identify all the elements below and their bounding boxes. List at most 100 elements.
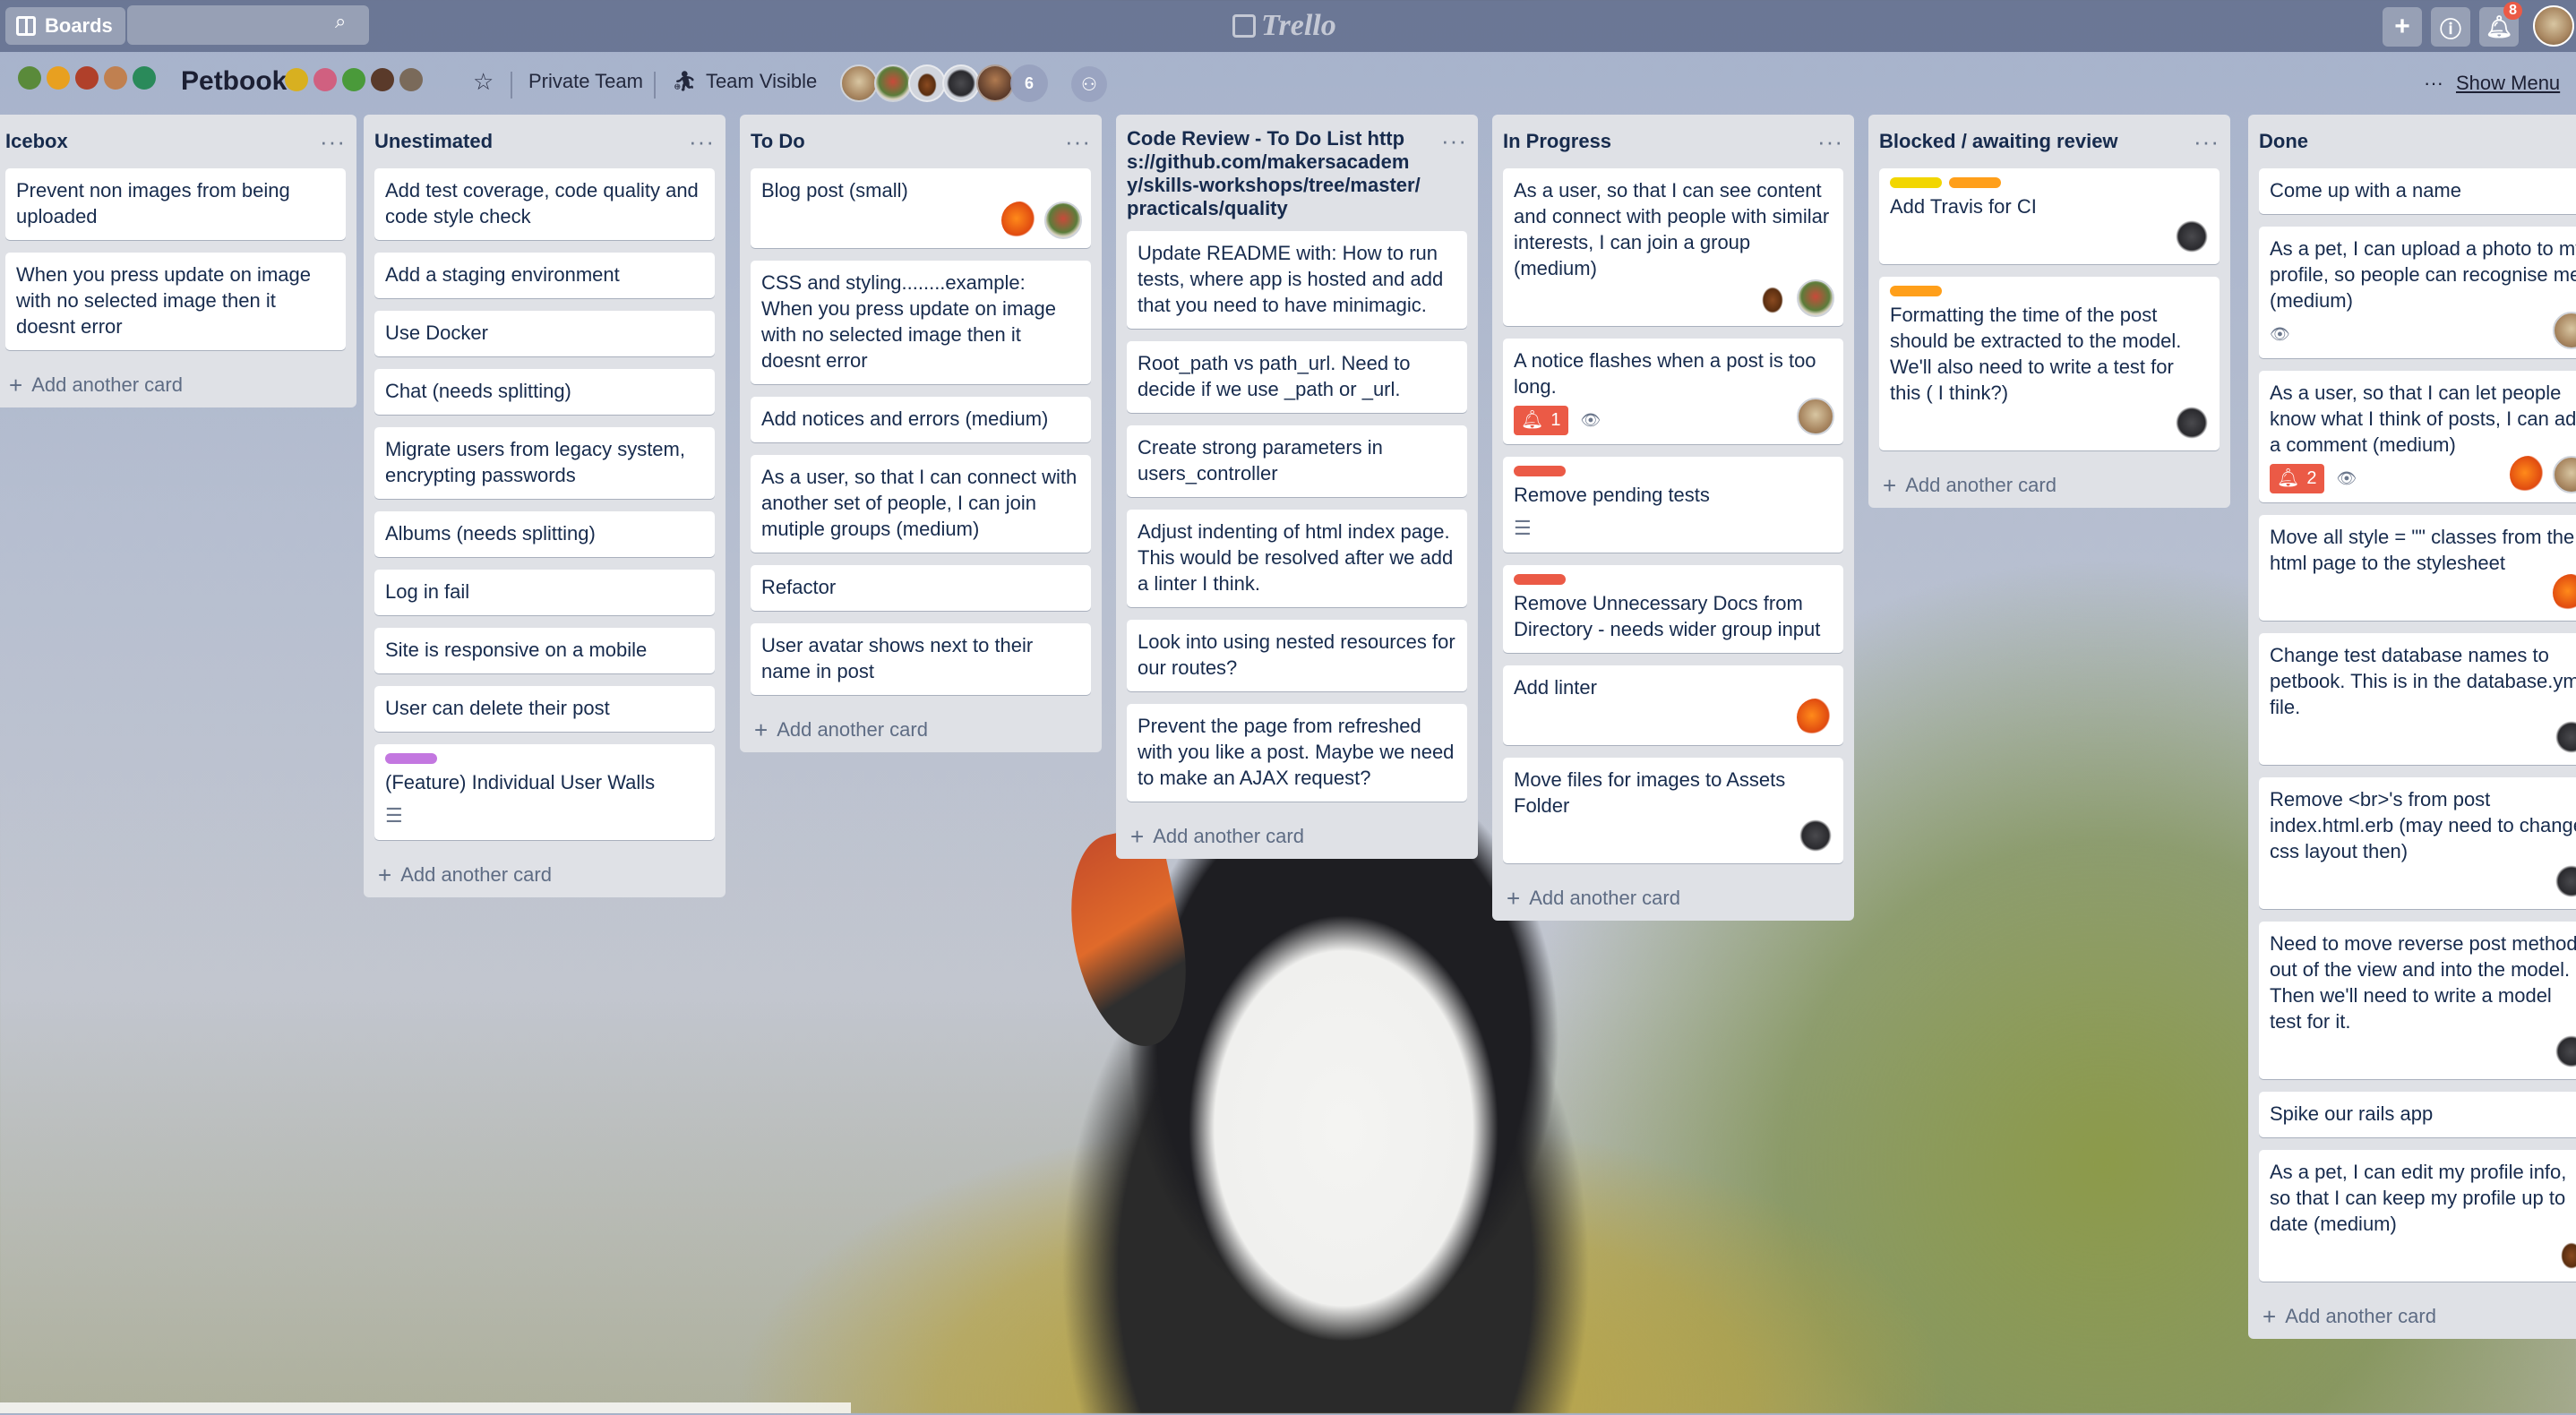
card[interactable]: Look into using nested resources for our… — [1127, 620, 1467, 691]
info-button[interactable]: ⓘ — [2431, 7, 2470, 47]
card[interactable]: Create strong parameters in users_contro… — [1127, 425, 1467, 497]
due-badge[interactable]: 🔔︎ 1 — [1514, 405, 1568, 435]
card-label[interactable] — [1890, 286, 1942, 296]
list-menu-icon[interactable]: ··· — [689, 128, 715, 156]
cat-avatar-icon[interactable] — [2553, 456, 2576, 493]
monkey-avatar-icon[interactable] — [2553, 718, 2576, 756]
card-label[interactable] — [385, 753, 437, 764]
card[interactable]: Move files for images to Assets Folder — [1503, 758, 1843, 863]
create-button[interactable]: + — [2383, 7, 2422, 47]
card-label[interactable] — [1890, 177, 1942, 188]
card[interactable]: Update README with: How to run tests, wh… — [1127, 231, 1467, 329]
card[interactable]: Add a staging environment — [374, 253, 715, 298]
card[interactable]: Add test coverage, code quality and code… — [374, 168, 715, 240]
beaver-avatar-icon[interactable] — [2553, 1235, 2576, 1273]
list-menu-icon[interactable]: ··· — [320, 128, 346, 156]
list-title[interactable]: Unestimated — [374, 130, 493, 153]
fish-avatar-icon[interactable] — [1797, 699, 1834, 736]
card[interactable]: Root_path vs path_url. Need to decide if… — [1127, 341, 1467, 413]
card[interactable]: Change test database names to petbook. T… — [2259, 633, 2576, 765]
card[interactable]: Add Travis for CI — [1879, 168, 2220, 264]
card[interactable]: Formatting the time of the post should b… — [1879, 277, 2220, 450]
monkey-avatar-icon[interactable] — [2553, 1033, 2576, 1070]
bird-avatar-icon[interactable] — [1044, 202, 1082, 239]
trello-logo[interactable]: Trello — [1232, 7, 1336, 45]
card[interactable]: Remove pending tests ☰ — [1503, 457, 1843, 553]
card-label[interactable] — [1949, 177, 2001, 188]
add-card-button[interactable]: + Add another card — [5, 363, 346, 407]
list-title[interactable]: In Progress — [1503, 130, 1611, 153]
fish-avatar-icon[interactable] — [1001, 202, 1039, 239]
add-card-button[interactable]: + Add another card — [374, 853, 715, 897]
add-card-button[interactable]: + Add another card — [751, 708, 1091, 752]
cat-avatar-icon[interactable] — [2553, 312, 2576, 349]
list-menu-icon[interactable]: ··· — [1441, 127, 1467, 155]
card[interactable]: As a pet, I can edit my profile info, so… — [2259, 1150, 2576, 1282]
card[interactable]: (Feature) Individual User Walls ☰ — [374, 744, 715, 840]
card[interactable]: Add notices and errors (medium) — [751, 397, 1091, 442]
card[interactable]: A notice flashes when a post is too long… — [1503, 339, 1843, 444]
boards-button[interactable]: Boards — [5, 7, 125, 45]
card[interactable]: Need to move reverse post method out of … — [2259, 922, 2576, 1079]
monkey-avatar-icon[interactable] — [1797, 817, 1834, 854]
bird-avatar-icon[interactable] — [1797, 279, 1834, 317]
member-overflow-count[interactable]: 6 — [1010, 64, 1048, 102]
card[interactable]: Log in fail — [374, 570, 715, 615]
card[interactable]: As a pet, I can upload a photo to my pro… — [2259, 227, 2576, 358]
card[interactable]: Move all style = "" classes from the htm… — [2259, 515, 2576, 621]
star-icon[interactable]: ☆ — [473, 68, 494, 96]
add-card-button[interactable]: + Add another card — [2259, 1294, 2576, 1339]
search-icon[interactable]: ⌕ — [335, 12, 353, 31]
monkey-avatar-icon[interactable] — [2553, 862, 2576, 900]
beaver-avatar-icon[interactable] — [1754, 279, 1791, 317]
due-badge[interactable]: 🔔︎ 2 — [2270, 463, 2324, 493]
card-label[interactable] — [1514, 574, 1566, 585]
monkey-avatar-icon[interactable] — [2173, 218, 2211, 255]
card[interactable]: Add linter — [1503, 665, 1843, 745]
monkey-avatar-icon[interactable] — [2173, 404, 2211, 442]
search-input[interactable] — [127, 5, 369, 45]
card[interactable]: Adjust indenting of html index page. Thi… — [1127, 510, 1467, 607]
team-button[interactable]: Private Team — [528, 70, 643, 93]
notifications-button[interactable]: 🔔︎ 8 — [2479, 2, 2522, 47]
user-avatar[interactable] — [2533, 5, 2574, 47]
board-title[interactable]: Petbook — [181, 66, 287, 97]
card[interactable]: When you press update on image with no s… — [5, 253, 346, 350]
list-title[interactable]: Code Review - To Do List https://github.… — [1127, 127, 1422, 220]
card[interactable]: Site is responsive on a mobile — [374, 628, 715, 673]
add-card-button[interactable]: + Add another card — [1879, 463, 2220, 508]
fish-avatar-icon[interactable] — [2510, 456, 2547, 493]
horizontal-scrollbar[interactable] — [0, 1402, 851, 1413]
list-menu-icon[interactable]: ··· — [2194, 128, 2220, 156]
add-card-button[interactable]: + Add another card — [1503, 876, 1843, 921]
invite-member-button[interactable]: ⚇ — [1071, 66, 1107, 102]
card[interactable]: Use Docker — [374, 311, 715, 356]
fish-avatar-icon[interactable] — [2553, 574, 2576, 612]
show-menu-button[interactable]: ··· Show Menu — [2424, 72, 2560, 95]
card[interactable]: Remove Unnecessary Docs from Directory -… — [1503, 565, 1843, 653]
add-card-button[interactable]: + Add another card — [1127, 814, 1467, 859]
card[interactable]: Spike our rails app — [2259, 1092, 2576, 1137]
card[interactable]: Refactor — [751, 565, 1091, 611]
visibility-button[interactable]: ⛹︎ Team Visible — [672, 70, 817, 93]
list-menu-icon[interactable]: ··· — [1817, 128, 1843, 156]
card[interactable]: CSS and styling........example: When you… — [751, 261, 1091, 384]
member-avatar[interactable] — [976, 64, 1014, 102]
card[interactable]: Remove <br>'s from post index.html.erb (… — [2259, 777, 2576, 909]
card[interactable]: User can delete their post — [374, 686, 715, 732]
card[interactable]: Chat (needs splitting) — [374, 369, 715, 415]
card[interactable]: As a user, so that I can let people know… — [2259, 371, 2576, 502]
card[interactable]: Albums (needs splitting) — [374, 511, 715, 557]
member-avatar[interactable] — [874, 64, 912, 102]
card[interactable]: Prevent the page from refreshed with you… — [1127, 704, 1467, 802]
card[interactable]: As a user, so that I can see content and… — [1503, 168, 1843, 326]
list-title[interactable]: Done — [2259, 130, 2308, 153]
member-avatar[interactable] — [840, 64, 878, 102]
list-title[interactable]: Icebox — [5, 130, 68, 153]
list-menu-icon[interactable]: ··· — [1065, 128, 1091, 156]
card[interactable]: Migrate users from legacy system, encryp… — [374, 427, 715, 499]
member-avatar[interactable] — [908, 64, 946, 102]
list-title[interactable]: Blocked / awaiting review — [1879, 130, 2118, 153]
list-title[interactable]: To Do — [751, 130, 805, 153]
cat-avatar-icon[interactable] — [1797, 398, 1834, 435]
